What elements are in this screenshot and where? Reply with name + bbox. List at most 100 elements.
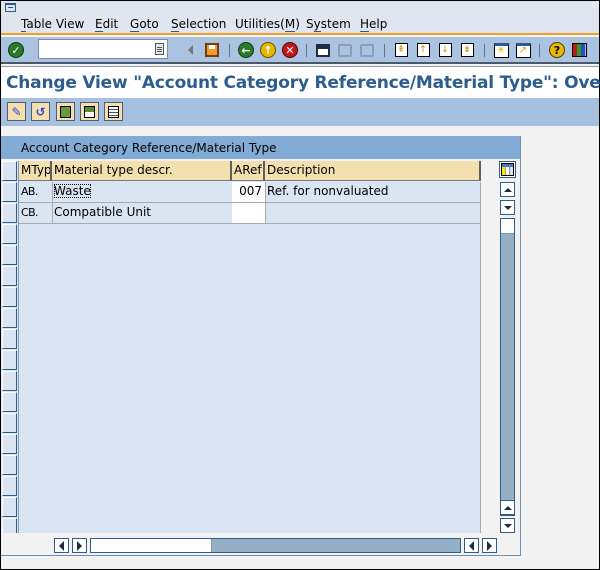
select-all-rows-cell[interactable] bbox=[2, 161, 17, 181]
exit-icon: ↑ bbox=[260, 42, 276, 58]
cell-material-type-descr-text: Waste bbox=[54, 184, 91, 198]
exit-button[interactable]: ↑ bbox=[259, 41, 277, 59]
row-selector[interactable] bbox=[2, 287, 17, 307]
menu-edit[interactable]: Edit bbox=[95, 17, 118, 32]
scroll-down-button[interactable] bbox=[500, 518, 515, 533]
next-page-button[interactable]: ↓ bbox=[436, 41, 454, 59]
menu-help[interactable]: Help bbox=[360, 17, 387, 32]
column-header-material-type-descr[interactable]: Material type descr. bbox=[52, 161, 232, 181]
row-selector[interactable] bbox=[2, 413, 17, 433]
select-block-button[interactable] bbox=[80, 102, 99, 121]
layout-icon bbox=[571, 43, 587, 57]
column-header-description[interactable]: Description bbox=[265, 161, 481, 181]
row-selector[interactable] bbox=[2, 329, 17, 349]
menu-goto[interactable]: Goto bbox=[130, 17, 159, 32]
undo-change-button[interactable]: ↺ bbox=[31, 102, 50, 121]
select-block-icon bbox=[84, 105, 95, 118]
window-menu-icon[interactable] bbox=[5, 3, 16, 12]
back-nav-icon bbox=[187, 45, 193, 55]
column-divider bbox=[52, 182, 53, 224]
display-change-button[interactable]: ✎ bbox=[7, 102, 26, 121]
arrow-right-icon bbox=[487, 540, 492, 551]
scroll-up-page-button[interactable] bbox=[500, 182, 515, 197]
row-selector[interactable] bbox=[2, 350, 17, 370]
toolbar-separator bbox=[229, 44, 230, 57]
row-selector[interactable] bbox=[2, 308, 17, 328]
standard-toolbar: ✓ ← ↑ ✕ ⇞ ↑ ↓ ⇟ ✳ ↗ ? bbox=[1, 37, 599, 64]
select-all-icon bbox=[60, 105, 71, 118]
horizontal-scroll-thumb[interactable] bbox=[91, 539, 212, 552]
cell-description bbox=[265, 203, 481, 223]
row-selector[interactable] bbox=[2, 224, 17, 244]
toolbar-separator bbox=[484, 44, 485, 57]
back-button[interactable]: ← bbox=[237, 41, 255, 59]
column-header-aref[interactable]: ARef bbox=[232, 161, 265, 181]
cancel-button[interactable]: ✕ bbox=[281, 41, 299, 59]
scroll-left-page-button[interactable] bbox=[54, 538, 69, 553]
menu-utilities[interactable]: Utilities(M) bbox=[235, 17, 300, 32]
back-icon: ← bbox=[238, 42, 254, 58]
scroll-down-page-button[interactable] bbox=[500, 200, 515, 215]
page-title: Change View "Account Category Reference/… bbox=[6, 73, 600, 93]
create-session-button[interactable]: ✳ bbox=[492, 41, 510, 59]
row-selector[interactable] bbox=[2, 245, 17, 265]
scroll-right-button[interactable] bbox=[482, 538, 497, 553]
aref-input[interactable] bbox=[232, 203, 265, 223]
grid-right-border bbox=[480, 182, 481, 533]
menu-system[interactable]: System bbox=[306, 17, 351, 32]
command-input[interactable] bbox=[39, 40, 149, 58]
enter-button[interactable]: ✓ bbox=[7, 41, 25, 59]
menu-table-view[interactable]: Table View bbox=[21, 17, 84, 32]
table-grid: MTyp Material type descr. ARef Descripti… bbox=[1, 161, 481, 533]
print-button[interactable] bbox=[314, 41, 332, 59]
find-button[interactable] bbox=[336, 41, 354, 59]
row-selector[interactable] bbox=[2, 455, 17, 475]
arrow-right-icon bbox=[77, 540, 82, 551]
toolbar-separator bbox=[306, 44, 307, 57]
save-button[interactable] bbox=[203, 41, 221, 59]
vertical-scroll-thumb[interactable] bbox=[501, 219, 514, 234]
table-title: Account Category Reference/Material Type bbox=[21, 141, 277, 155]
row-selector[interactable] bbox=[2, 518, 17, 533]
shortcut-button[interactable]: ↗ bbox=[514, 41, 532, 59]
row-selector[interactable] bbox=[2, 434, 17, 454]
shortcut-icon: ↗ bbox=[515, 42, 531, 58]
vertical-scrollbar[interactable] bbox=[500, 218, 515, 516]
row-selector-column bbox=[1, 161, 18, 533]
back-nav-button[interactable] bbox=[181, 41, 199, 59]
row-selector[interactable] bbox=[2, 497, 17, 517]
scroll-right-page-button[interactable] bbox=[72, 538, 87, 553]
row-selector[interactable] bbox=[2, 203, 17, 223]
row-selector[interactable] bbox=[2, 392, 17, 412]
cell-description: Ref. for nonvaluated bbox=[267, 184, 389, 198]
table-control: Account Category Reference/Material Type… bbox=[1, 136, 521, 556]
row-selector[interactable] bbox=[2, 182, 17, 202]
aref-input[interactable]: 007 bbox=[232, 182, 265, 202]
layout-menu-button[interactable] bbox=[570, 41, 588, 59]
first-page-button[interactable]: ⇞ bbox=[392, 41, 410, 59]
command-history-icon[interactable] bbox=[155, 43, 164, 55]
menu-selection[interactable]: Selection bbox=[171, 17, 226, 32]
row-divider bbox=[18, 202, 481, 203]
last-page-icon: ⇟ bbox=[460, 43, 474, 57]
find-next-button[interactable] bbox=[358, 41, 376, 59]
row-selector[interactable] bbox=[2, 476, 17, 496]
scroll-up-button[interactable] bbox=[500, 500, 515, 515]
previous-page-button[interactable]: ↑ bbox=[414, 41, 432, 59]
cell-mtyp: AB. bbox=[21, 185, 38, 198]
last-page-button[interactable]: ⇟ bbox=[458, 41, 476, 59]
scroll-left-button[interactable] bbox=[464, 538, 479, 553]
row-selector[interactable] bbox=[2, 371, 17, 391]
column-header-mtyp[interactable]: MTyp bbox=[19, 161, 52, 181]
horizontal-scrollbar[interactable] bbox=[90, 538, 461, 553]
column-configuration-button[interactable] bbox=[499, 161, 516, 178]
arrow-down-icon bbox=[503, 205, 512, 210]
row-selector[interactable] bbox=[2, 266, 17, 286]
find-icon bbox=[338, 43, 352, 57]
help-button[interactable]: ? bbox=[548, 41, 566, 59]
command-field[interactable] bbox=[38, 39, 168, 59]
deselect-all-icon bbox=[108, 105, 119, 118]
select-all-button[interactable] bbox=[56, 102, 75, 121]
title-bar: Change View "Account Category Reference/… bbox=[1, 66, 600, 98]
deselect-all-button[interactable] bbox=[104, 102, 123, 121]
